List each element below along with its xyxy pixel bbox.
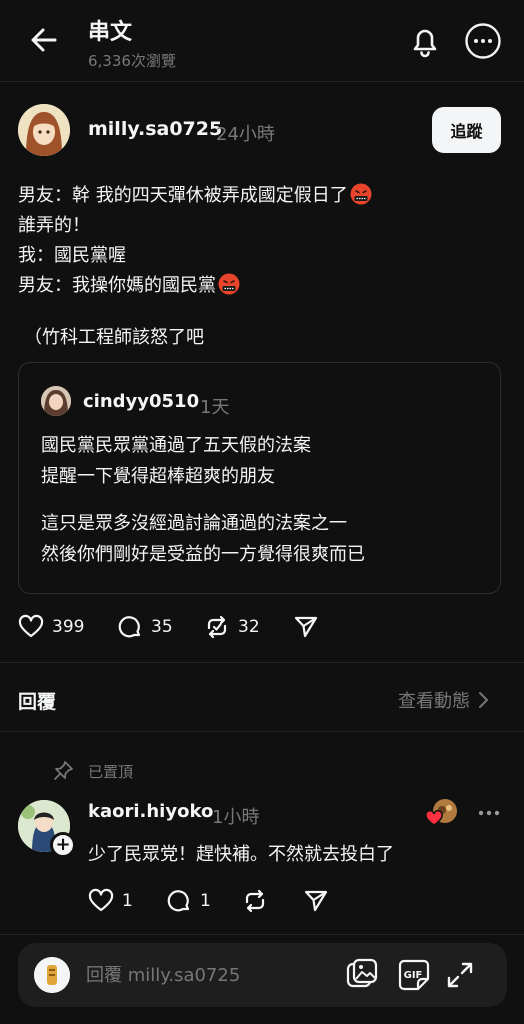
comment-button[interactable]: 35 xyxy=(117,614,173,640)
more-options-button[interactable] xyxy=(464,22,502,60)
image-icon xyxy=(346,958,378,988)
comment-icon xyxy=(118,616,141,638)
pinned-indicator: 已置頂 xyxy=(52,760,133,782)
post-author[interactable]: milly.sa0725 xyxy=(88,118,222,140)
repost-count: 32 xyxy=(238,617,260,637)
page-title: 串文 xyxy=(88,20,133,45)
post-line: 誰弄的！ xyxy=(18,215,90,236)
svg-text:GIF: GIF xyxy=(404,970,423,981)
more-horizontal-icon xyxy=(478,810,500,816)
replies-heading: 回覆 xyxy=(18,691,57,713)
post-text-tail: （竹科工程師該怒了吧 xyxy=(24,327,204,348)
more-circle-icon xyxy=(465,23,501,59)
divider xyxy=(0,934,524,935)
back-button[interactable] xyxy=(28,24,60,56)
divider xyxy=(0,731,524,732)
post-time: 24小時 xyxy=(216,124,275,145)
post-line: 男友：幹 我的四天彈休被弄成國定假日了 xyxy=(18,181,498,211)
post-line: 我：國民黨喔 xyxy=(18,245,126,266)
repost-icon xyxy=(245,889,265,913)
like-button[interactable]: 399 xyxy=(18,614,84,640)
post-text: 男友：幹 我的四天彈休被弄成國定假日了 誰弄的！ 我：國民黨喔 男友：我操你媽的… xyxy=(18,181,498,301)
reply-composer: GIF xyxy=(18,943,507,1007)
pin-icon xyxy=(54,761,73,780)
author-avatar[interactable] xyxy=(18,104,70,156)
expand-icon xyxy=(447,962,473,988)
quoted-post[interactable]: cindyy0510 1天 國民黨民眾黨通過了五天假的法案 提醒一下覺得超棒超爽… xyxy=(18,362,501,594)
top-bar xyxy=(0,0,524,82)
send-icon xyxy=(294,616,318,638)
cursing-face-emoji xyxy=(350,183,372,205)
arrow-left-icon xyxy=(31,28,57,52)
comment-like-count: 1 xyxy=(122,891,133,911)
gif-icon: GIF xyxy=(398,959,430,991)
expand-composer-button[interactable] xyxy=(442,957,478,993)
author-liked-badge xyxy=(426,798,458,828)
post-line: 男友：我操你媽的國民黨 xyxy=(18,271,498,301)
send-icon xyxy=(304,890,328,912)
quoted-paragraph: 國民黨民眾黨通過了五天假的法案 提醒一下覺得超棒超爽的朋友 xyxy=(41,435,311,487)
view-activity-link[interactable]: 查看動態 xyxy=(398,687,490,713)
gif-button[interactable]: GIF xyxy=(396,957,432,993)
quoted-time: 1天 xyxy=(200,397,230,418)
quoted-author[interactable]: cindyy0510 xyxy=(83,391,199,412)
my-avatar xyxy=(34,957,70,993)
comment-text: 少了民眾党！趕快補。不然就去投白了 xyxy=(88,844,394,865)
follow-button[interactable]: 追蹤 xyxy=(432,107,501,153)
bell-icon xyxy=(413,29,437,58)
view-count: 6,336次瀏覽 xyxy=(88,52,176,70)
comment-count: 35 xyxy=(151,617,173,637)
heart-icon xyxy=(88,888,114,912)
comment-share-button[interactable] xyxy=(303,888,329,914)
comment-reply-count: 1 xyxy=(200,891,211,911)
comment-like-button[interactable]: 1 xyxy=(88,888,133,914)
like-count: 399 xyxy=(52,617,85,637)
comment-repost-button[interactable] xyxy=(242,888,268,914)
comment-more-button[interactable] xyxy=(474,798,504,828)
quoted-paragraph: 這只是眾多沒經過討論通過的法案之一 然後你們剛好是受益的一方覺得很爽而已 xyxy=(41,513,365,565)
reply-input[interactable] xyxy=(86,959,326,991)
comment-time: 1小時 xyxy=(212,807,260,828)
chevron-right-icon xyxy=(479,692,488,708)
attach-image-button[interactable] xyxy=(344,957,380,993)
notifications-button[interactable] xyxy=(406,22,444,60)
commenter-name[interactable]: kaori.hiyoko xyxy=(88,801,213,822)
repost-icon xyxy=(207,615,227,639)
comment-icon xyxy=(167,890,190,912)
comment-reply-button[interactable]: 1 xyxy=(166,888,211,914)
cursing-face-emoji xyxy=(218,273,240,295)
divider xyxy=(0,662,524,663)
share-button[interactable] xyxy=(293,614,319,640)
follow-plus-badge[interactable]: + xyxy=(50,832,76,858)
heart-icon xyxy=(18,614,44,638)
quoted-author-avatar[interactable] xyxy=(41,386,71,416)
repost-button[interactable]: 32 xyxy=(204,614,260,640)
